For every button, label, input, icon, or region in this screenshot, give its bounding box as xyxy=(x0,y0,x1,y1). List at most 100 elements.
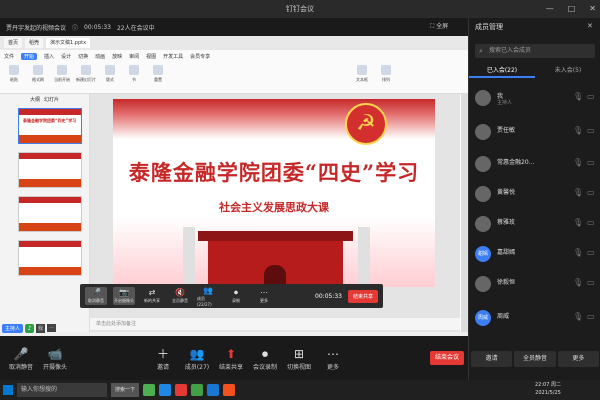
close-button[interactable]: ✕ xyxy=(589,0,596,18)
camera-off-icon[interactable]: ▭ xyxy=(587,188,595,197)
fullscreen-button[interactable]: ⛶ 全屏 xyxy=(430,18,468,36)
menu-vip[interactable]: 会员专享 xyxy=(190,53,210,60)
ribbon-section[interactable]: 节 xyxy=(124,65,144,87)
notes-pane[interactable]: 单击此处添加备注 xyxy=(90,318,460,330)
member-row[interactable]: 我主持人 🎙 ▭ xyxy=(475,88,597,112)
vertical-scrollbar[interactable] xyxy=(461,94,468,332)
invite-button[interactable]: 邀请 xyxy=(471,351,513,367)
taskbar-search-input[interactable]: 输入你想搜的 xyxy=(17,383,107,397)
mic-muted-icon[interactable]: 🎙 xyxy=(573,248,583,257)
wps-tab-docer[interactable]: 稻壳 xyxy=(25,38,44,48)
more-icon[interactable]: ⋯ xyxy=(47,324,57,332)
unmute-button[interactable]: 🎤 取消静音 xyxy=(85,287,107,305)
new-share-button[interactable]: ⇄ 新的共享 xyxy=(141,288,163,304)
tab-joined[interactable]: 已入会(22) xyxy=(469,64,535,78)
app-icon[interactable] xyxy=(223,384,235,396)
ribbon-reset[interactable]: 重置 xyxy=(148,65,168,87)
record-button[interactable]: ⏺ 录制 xyxy=(225,288,247,304)
menu-review[interactable]: 审阅 xyxy=(129,53,139,60)
camera-off-icon[interactable]: ▭ xyxy=(587,126,595,135)
mic-muted-icon[interactable]: 🎙 xyxy=(573,278,583,287)
menu-view[interactable]: 视图 xyxy=(146,53,156,60)
menu-transition[interactable]: 切换 xyxy=(78,53,88,60)
menu-insert[interactable]: 插入 xyxy=(44,53,54,60)
menu-start[interactable]: 开始 xyxy=(21,52,38,60)
mic-muted-icon[interactable]: 🎙 xyxy=(573,188,583,197)
members-button[interactable]: 👥 成员(22/27) xyxy=(197,286,219,307)
wps-tab-home[interactable]: 首页 xyxy=(4,38,23,48)
toolbar-more[interactable]: ⋯ 更多 xyxy=(316,346,350,371)
camera-off-icon[interactable]: ▭ xyxy=(587,312,595,321)
mute-all-button[interactable]: 全员静音 xyxy=(514,351,556,367)
mic-muted-icon[interactable]: 🎙 xyxy=(573,92,583,101)
member-tabs: 已入会(22) 未入会(5) xyxy=(469,64,600,78)
slide-thumbnail[interactable]: 3 xyxy=(18,196,82,232)
mic-muted-icon[interactable]: 🎙 xyxy=(573,218,583,227)
toolbar-unmute[interactable]: 🎤 取消静音 xyxy=(4,346,38,371)
tab-outline[interactable]: 大纲 xyxy=(30,96,40,103)
toolbar-invite[interactable]: ＋ 邀请 xyxy=(146,346,180,371)
end-meeting-button[interactable]: 结束会议 xyxy=(430,351,464,365)
toolbar-switch-view[interactable]: ⊞ 切换视图 xyxy=(282,346,316,371)
app-icon[interactable] xyxy=(143,384,155,396)
edge-icon[interactable] xyxy=(159,384,171,396)
info-icon[interactable]: ⓘ xyxy=(72,23,78,32)
member-row[interactable]: 蔡雅玫 🎙 ▭ xyxy=(475,214,597,238)
camera-button[interactable]: 📷 开启摄像头 xyxy=(113,287,135,305)
wps-tab-file[interactable]: 演示文稿1.pptx xyxy=(46,38,91,48)
member-row[interactable]: 贾任敏 🎙 ▭ xyxy=(475,122,597,146)
camera-off-icon[interactable]: ▭ xyxy=(587,248,595,257)
slide-thumbnail[interactable]: 4 xyxy=(18,240,82,276)
menu-design[interactable]: 设计 xyxy=(61,53,71,60)
ribbon-arrange[interactable]: 排列 xyxy=(376,65,396,87)
wechat-icon[interactable] xyxy=(191,384,203,396)
member-row[interactable]: 周威 周威 🎙 ▭ xyxy=(475,308,597,332)
camera-off-icon[interactable]: ▭ xyxy=(587,158,595,167)
ribbon-layout[interactable]: 版式 xyxy=(100,65,120,87)
minimize-button[interactable]: — xyxy=(546,0,554,18)
tab-not-joined[interactable]: 未入会(5) xyxy=(535,64,600,78)
menu-slideshow[interactable]: 放映 xyxy=(112,53,122,60)
mute-all-button[interactable]: 🔇 全员静音 xyxy=(169,288,191,304)
member-row[interactable]: 徐毅恒 🎙 ▭ xyxy=(475,274,597,298)
dingtalk-icon[interactable] xyxy=(207,384,219,396)
ribbon-textbox[interactable]: 文本框 xyxy=(352,65,372,87)
taskbar-search-button[interactable]: 搜索一下 xyxy=(111,383,139,397)
ribbon-from-current[interactable]: 当前开始 xyxy=(52,65,72,87)
slide-thumbnail[interactable]: 1 泰隆金融学院团委“四史”学习 xyxy=(18,108,82,144)
camera-off-icon[interactable]: ▭ xyxy=(587,92,595,101)
mic-muted-icon[interactable]: 🎙 xyxy=(573,312,583,321)
mic-muted-icon[interactable]: 🎙 xyxy=(573,158,583,167)
ribbon-paste[interactable]: 粘贴 xyxy=(4,65,24,87)
member-row[interactable]: 甜嫣 嘉甜嫣 🎙 ▭ xyxy=(475,244,597,268)
slide-thumbnail[interactable]: 2 xyxy=(18,152,82,188)
windows-start-icon[interactable] xyxy=(3,385,13,395)
camera-off-icon[interactable]: ▭ xyxy=(587,218,595,227)
toolbar-end-share[interactable]: ⬆ 结束共享 xyxy=(214,346,248,371)
end-share-button[interactable]: 结束共享 xyxy=(347,289,378,303)
member-row[interactable]: 常惠金融20... 🎙 ▭ xyxy=(475,154,597,178)
avatar xyxy=(475,216,491,232)
camera-off-icon[interactable]: ▭ xyxy=(587,278,595,287)
more-button[interactable]: ⋯ 更多 xyxy=(253,288,275,304)
toolbar-record[interactable]: ⏺ 会议录制 xyxy=(248,346,282,371)
maximize-button[interactable]: □ xyxy=(568,0,576,18)
close-icon[interactable]: ✕ xyxy=(587,22,593,30)
ribbon-new-slide[interactable]: 新建幻灯片 xyxy=(76,65,96,87)
mic-muted-icon[interactable]: 🎙 xyxy=(573,126,583,135)
member-row[interactable]: 黄馨悦 🎙 ▭ xyxy=(475,184,597,208)
mic-icon[interactable]: ♪ xyxy=(25,323,35,333)
member-search-input[interactable]: ⌕ 搜索已入会成员 xyxy=(475,44,595,58)
wps-icon[interactable] xyxy=(175,384,187,396)
menu-animation[interactable]: 动画 xyxy=(95,53,105,60)
menu-file[interactable]: 文件 xyxy=(4,53,14,60)
tab-slides[interactable]: 幻灯片 xyxy=(44,96,59,103)
toolbar-members[interactable]: 👥 成员(27) xyxy=(180,346,214,371)
current-slide[interactable]: ☭ 泰隆金融学院团委“四史”学习 社会主义发展思政大课 xyxy=(113,99,435,287)
toolbar-camera[interactable]: 📹 开摄像头 xyxy=(38,346,72,371)
host-badge: 主持人 xyxy=(2,323,24,333)
more-button[interactable]: 更多 xyxy=(557,351,599,367)
ribbon-format-painter[interactable]: 格式刷 xyxy=(28,65,48,87)
ribbon-label: 版式 xyxy=(106,77,114,82)
menu-dev[interactable]: 开发工具 xyxy=(163,53,183,60)
